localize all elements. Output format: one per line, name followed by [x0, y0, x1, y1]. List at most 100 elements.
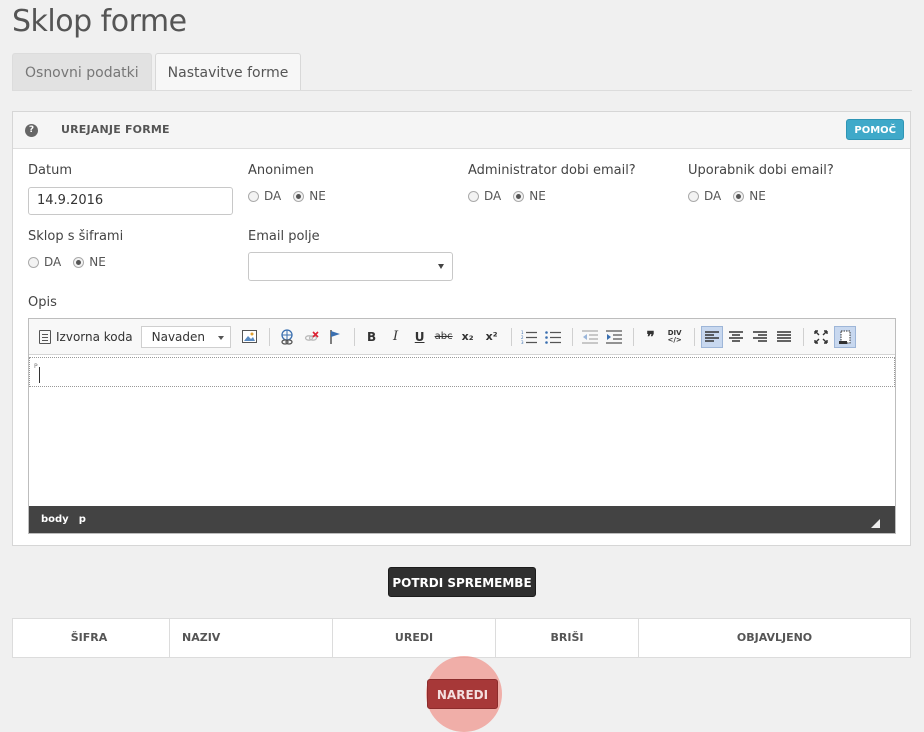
unlink-icon [304, 330, 319, 341]
numbered-list-button[interactable]: 123 [518, 326, 540, 348]
admin-email-radio-group: DA NE [468, 189, 558, 203]
admin-email-ne-option[interactable]: NE [513, 189, 546, 203]
div-container-button[interactable]: DIV </> [664, 326, 686, 348]
strikethrough-button[interactable]: abc [433, 326, 455, 348]
column-brisi[interactable]: BRIŠI [496, 619, 639, 657]
sklop-siframi-radio-group: DA NE [28, 255, 118, 269]
image-button[interactable] [239, 326, 261, 348]
resize-handle-icon[interactable] [871, 519, 880, 528]
justify-icon [776, 330, 791, 342]
paragraph-block[interactable]: P [29, 357, 895, 387]
toolbar-separator [632, 327, 634, 346]
radio-button[interactable] [688, 190, 699, 202]
bullet-list-icon [544, 330, 561, 344]
path-p[interactable]: p [79, 514, 86, 525]
align-right-icon [752, 330, 767, 342]
code-icon: </> [667, 335, 682, 344]
confirm-changes-button[interactable]: POTRDI SPREMEMBE [388, 567, 536, 597]
align-center-button[interactable] [725, 326, 747, 348]
source-icon [39, 329, 51, 344]
create-button[interactable]: NAREDI [427, 679, 498, 709]
tab-basic-data[interactable]: Osnovni podatki [12, 53, 152, 91]
email-polje-select[interactable] [248, 252, 453, 281]
radio-button-selected[interactable] [73, 256, 85, 268]
subscript-button[interactable]: x₂ [457, 326, 479, 348]
text-cursor [39, 367, 40, 383]
underline-button[interactable]: U [409, 326, 431, 348]
radio-button-selected[interactable] [513, 190, 525, 202]
toolbar-separator [802, 327, 804, 346]
toolbar-separator [510, 327, 512, 346]
bold-button[interactable]: B [361, 326, 383, 348]
align-left-icon [704, 330, 719, 342]
maximize-button[interactable] [810, 326, 832, 348]
maximize-icon [813, 329, 828, 344]
toolbar-separator [693, 327, 695, 346]
sklop-siframi-da-option[interactable]: DA [28, 255, 61, 269]
column-objavljeno[interactable]: OBJAVLJENO [639, 619, 910, 657]
source-code-button[interactable]: Izvorna koda [39, 329, 133, 344]
tab-divider [12, 90, 912, 91]
align-right-button[interactable] [749, 326, 771, 348]
block-marker: P [34, 363, 38, 370]
image-icon [242, 330, 258, 343]
radio-button-selected[interactable] [293, 190, 305, 202]
admin-email-label: Administrator dobi email? [468, 163, 636, 178]
align-center-icon [728, 330, 743, 342]
indent-button[interactable] [603, 326, 625, 348]
tab-form-settings[interactable]: Nastavitve forme [154, 53, 302, 91]
anchor-button[interactable] [324, 326, 346, 348]
blockquote-button[interactable]: ❞ [640, 326, 662, 348]
opis-label: Opis [28, 295, 57, 310]
column-sifra[interactable]: ŠIFRA [13, 619, 170, 657]
bullet-list-button[interactable] [542, 326, 564, 348]
column-naziv[interactable]: NAZIV [170, 619, 333, 657]
editor-status-bar: body p [29, 506, 895, 533]
anonimen-ne-option[interactable]: NE [293, 189, 326, 203]
user-email-radio-group: DA NE [688, 189, 778, 203]
align-left-button[interactable] [700, 325, 723, 348]
superscript-button[interactable]: x² [481, 326, 503, 348]
editor-content-area[interactable]: P [29, 355, 895, 506]
sklop-siframi-ne-option[interactable]: NE [73, 255, 106, 269]
anonimen-label: Anonimen [248, 163, 314, 178]
datum-label: Datum [28, 163, 72, 178]
outdent-icon [581, 329, 598, 344]
format-select[interactable]: Navaden [140, 325, 231, 348]
radio-button[interactable] [248, 190, 259, 202]
editor-toolbar: Izvorna koda Navaden B I U abc x₂ x² 1 2… [29, 319, 895, 355]
tab-bar: Osnovni podatki Nastavitve forme [12, 53, 304, 91]
italic-button[interactable]: I [385, 326, 407, 348]
justify-button[interactable] [773, 326, 795, 348]
toolbar-separator [571, 327, 573, 346]
sklop-siframi-label: Sklop s šiframi [28, 229, 124, 244]
rich-text-editor: Izvorna koda Navaden B I U abc x₂ x² 1 2… [28, 318, 896, 534]
unlink-button[interactable] [300, 326, 322, 348]
question-icon[interactable]: ? [25, 124, 38, 137]
radio-button[interactable] [28, 256, 39, 268]
admin-email-da-option[interactable]: DA [468, 189, 501, 203]
toolbar-separator [353, 327, 355, 346]
email-polje-label: Email polje [248, 229, 320, 244]
panel-title: UREJANJE FORME [61, 123, 170, 136]
flag-icon [329, 329, 340, 344]
anonimen-da-option[interactable]: DA [248, 189, 281, 203]
show-blocks-button[interactable] [833, 325, 856, 348]
show-blocks-icon [838, 330, 851, 344]
numbered-list-icon: 123 [521, 330, 537, 344]
svg-text:3: 3 [521, 340, 524, 344]
user-email-label: Uporabnik dobi email? [688, 163, 834, 178]
path-body[interactable]: body [41, 514, 69, 525]
user-email-ne-option[interactable]: NE [733, 189, 766, 203]
radio-button[interactable] [468, 190, 479, 202]
datum-input[interactable]: 14.9.2016 [28, 187, 233, 215]
help-button[interactable]: POMOČ [846, 119, 904, 140]
link-button[interactable] [276, 326, 298, 348]
outdent-button[interactable] [579, 326, 601, 348]
column-uredi[interactable]: UREDI [333, 619, 496, 657]
radio-button-selected[interactable] [733, 190, 745, 202]
panel-header: ? UREJANJE FORME POMOČ [13, 112, 910, 149]
user-email-da-option[interactable]: DA [688, 189, 721, 203]
table-header: ŠIFRA NAZIV UREDI BRIŠI OBJAVLJENO [12, 618, 911, 658]
indent-icon [605, 329, 622, 344]
